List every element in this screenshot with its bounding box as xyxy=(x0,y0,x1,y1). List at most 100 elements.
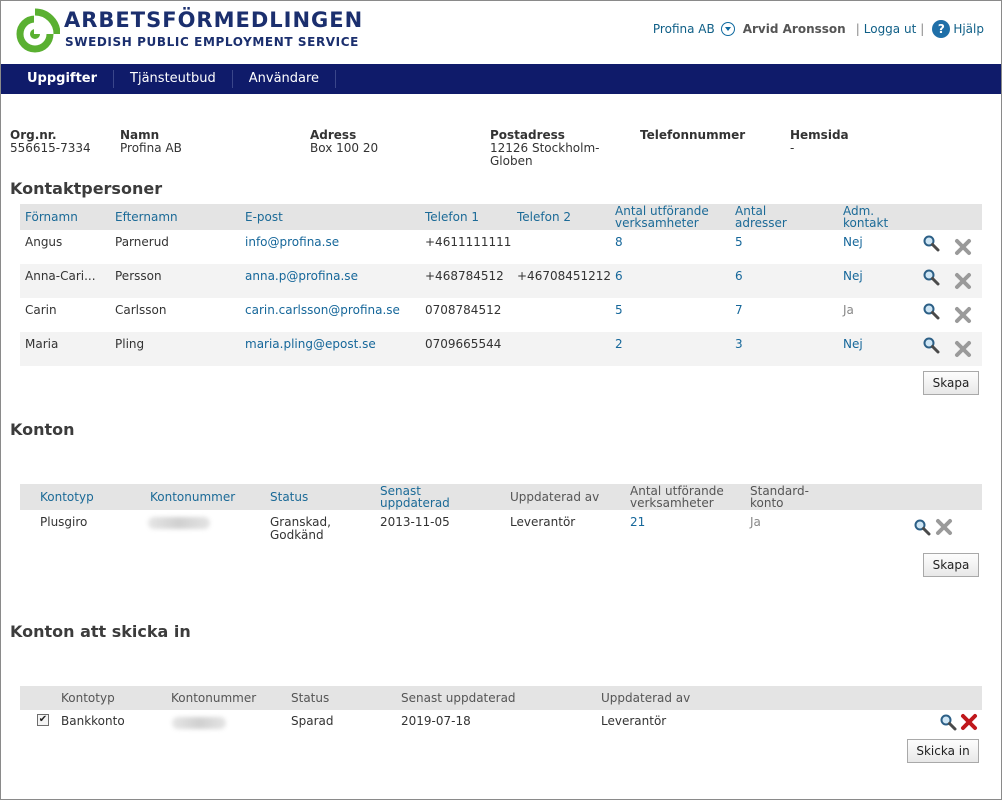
contact-email-link[interactable]: anna.p@profina.se xyxy=(245,270,358,283)
contact-units-link[interactable]: 5 xyxy=(615,304,623,317)
submit-account-updated: 2019-07-18 xyxy=(401,714,471,728)
contact-email-link[interactable]: info@profina.se xyxy=(245,236,339,249)
contact-last-name: Pling xyxy=(115,337,145,351)
col-header-units-line2: verksamheter xyxy=(615,216,699,230)
col-header-account-type[interactable]: Kontotyp xyxy=(40,491,94,503)
contact-phone1: 0709665544 xyxy=(425,337,502,351)
contact-addresses-link[interactable]: 6 xyxy=(735,270,743,283)
contact-units-link[interactable]: 8 xyxy=(615,236,623,249)
web-field: Hemsida - xyxy=(790,129,849,155)
logout-link[interactable]: Logga ut xyxy=(864,22,917,36)
account-units-link[interactable]: 21 xyxy=(630,516,645,529)
magnifier-icon[interactable] xyxy=(913,518,931,536)
col-header-admin-line2: kontakt xyxy=(843,216,889,230)
col-header-account-number[interactable]: Kontonummer xyxy=(150,491,235,503)
name-field: Namn Profina AB xyxy=(120,129,182,155)
submit-account-updated-by: Leverantör xyxy=(601,714,667,728)
orgnr-field: Org.nr. 556615-7334 xyxy=(10,129,91,155)
submit-account-row: ✔ Bankkonto Sparad 2019-07-18 Leverantör xyxy=(20,710,982,734)
col-header-submit-status: Status xyxy=(291,691,330,705)
magnifier-icon[interactable] xyxy=(922,268,940,286)
contacts-heading: Kontaktpersoner xyxy=(10,179,163,198)
col-header-updated-by: Uppdaterad av xyxy=(510,490,600,504)
col-header-first-name[interactable]: Förnamn xyxy=(25,211,78,223)
magnifier-icon[interactable] xyxy=(922,336,940,354)
col-header-account-units-line2: verksamheter xyxy=(630,496,714,510)
account-type: Plusgiro xyxy=(40,515,88,529)
nav-tab-uppgifter[interactable]: Uppgifter xyxy=(1,70,115,88)
contact-first-name: Maria xyxy=(25,337,59,351)
col-header-last-updated[interactable]: Senast uppdaterad xyxy=(380,485,450,509)
contact-addresses-link[interactable]: 7 xyxy=(735,304,743,317)
account-status: Granskad, Godkänd xyxy=(270,516,331,542)
col-header-email[interactable]: E-post xyxy=(245,211,283,223)
col-header-units[interactable]: Antal utförande verksamheter xyxy=(615,205,709,229)
col-header-addresses[interactable]: Antal adresser xyxy=(735,205,787,229)
contact-email-link[interactable]: maria.pling@epost.se xyxy=(245,338,376,351)
magnifier-icon[interactable] xyxy=(922,302,940,320)
contact-email-link[interactable]: carin.carlsson@profina.se xyxy=(245,304,400,317)
delete-icon-disabled xyxy=(955,273,971,289)
magnifier-icon[interactable] xyxy=(922,234,940,252)
brand-name: ARBETSFÖRMEDLINGEN xyxy=(64,8,364,32)
contact-units-link[interactable]: 2 xyxy=(615,338,623,351)
postal-value-line2: Globen xyxy=(490,154,533,168)
contact-phone1: 0708784512 xyxy=(425,303,502,317)
delete-icon-disabled xyxy=(936,519,952,535)
account-number-redacted xyxy=(148,517,210,529)
contact-phone2: +46708451212 xyxy=(517,269,612,283)
contact-addresses-link[interactable]: 5 xyxy=(735,236,743,249)
org-selector[interactable]: Profina AB xyxy=(653,22,715,36)
accounts-create-button[interactable]: Skapa xyxy=(923,553,979,577)
delete-icon-disabled xyxy=(955,307,971,323)
account-status-line2: Godkänd xyxy=(270,528,324,542)
address-field: Adress Box 100 20 xyxy=(310,129,378,155)
col-header-last-updated-line2: uppdaterad xyxy=(380,496,450,510)
col-header-submit-number: Kontonummer xyxy=(171,691,257,705)
submit-accounts-heading: Konton att skicka in xyxy=(10,622,191,641)
contacts-create-button[interactable]: Skapa xyxy=(923,371,979,395)
contact-row: Anna-Cari... Persson anna.p@profina.se +468… xyxy=(20,264,982,298)
contact-units-link[interactable]: 6 xyxy=(615,270,623,283)
col-header-admin[interactable]: Adm. kontakt xyxy=(843,205,888,229)
contact-addresses-link[interactable]: 3 xyxy=(735,338,743,351)
contact-admin[interactable]: Nej xyxy=(843,236,863,249)
chevron-down-icon[interactable] xyxy=(720,22,735,36)
nav-tab-tjansteutbud[interactable]: Tjänsteutbud xyxy=(114,70,233,88)
contact-admin: Ja xyxy=(843,303,854,317)
account-updated-by: Leverantör xyxy=(510,515,576,529)
help-link[interactable]: Hjälp xyxy=(953,22,984,36)
submit-button[interactable]: Skicka in xyxy=(907,739,979,763)
contact-row: Angus Parnerud info@profina.se +4611111111 8… xyxy=(20,230,982,264)
col-header-status[interactable]: Status xyxy=(270,491,308,503)
col-header-last-name[interactable]: Efternamn xyxy=(115,211,178,223)
accounts-table-header: Kontotyp Kontonummer Status Senast uppda… xyxy=(20,484,982,510)
contact-admin[interactable]: Nej xyxy=(843,338,863,351)
contact-first-name: Anna-Cari... xyxy=(25,269,96,283)
magnifier-icon[interactable] xyxy=(939,713,957,731)
help-icon[interactable]: ? xyxy=(932,20,951,38)
main-nav: Uppgifter Tjänsteutbud Användare xyxy=(1,64,1001,94)
web-label: Hemsida xyxy=(790,128,849,142)
separator: | xyxy=(855,22,860,36)
col-header-standard-account: Standard- konto xyxy=(750,485,809,509)
delete-icon-disabled xyxy=(955,341,971,357)
contact-phone1: +468784512 xyxy=(425,269,504,283)
contact-admin[interactable]: Nej xyxy=(843,270,863,283)
submit-account-status: Sparad xyxy=(291,714,334,728)
delete-icon[interactable] xyxy=(960,713,978,731)
account-updated: 2013-11-05 xyxy=(380,515,450,529)
nav-tab-anvandare[interactable]: Användare xyxy=(233,70,337,88)
col-header-submit-type: Kontotyp xyxy=(61,691,115,705)
col-header-phone2[interactable]: Telefon 2 xyxy=(517,211,571,223)
contact-last-name: Carlsson xyxy=(115,303,167,317)
contact-last-name: Parnerud xyxy=(115,235,169,249)
arbetsformedlingen-logo xyxy=(16,8,60,53)
orgnr-value: 556615-7334 xyxy=(10,141,91,155)
contact-row: Maria Pling maria.pling@epost.se 0709665544… xyxy=(20,332,982,366)
col-header-addresses-line2: adresser xyxy=(735,216,787,230)
account-standard: Ja xyxy=(750,515,761,529)
col-header-phone1[interactable]: Telefon 1 xyxy=(425,211,479,223)
select-checkbox[interactable]: ✔ xyxy=(37,714,49,726)
name-value: Profina AB xyxy=(120,141,182,155)
